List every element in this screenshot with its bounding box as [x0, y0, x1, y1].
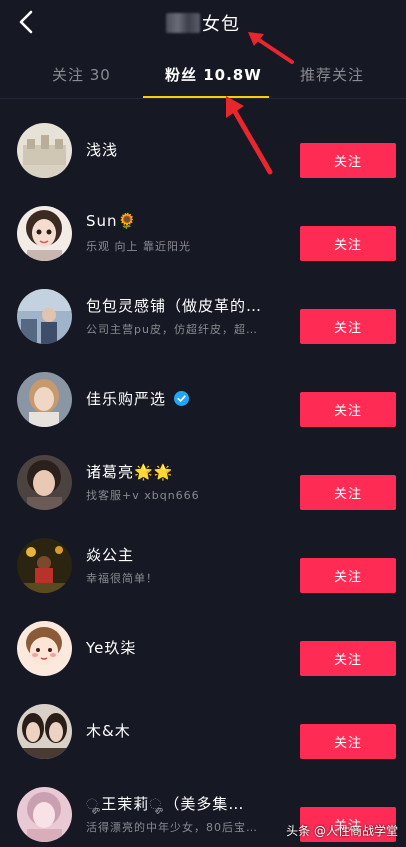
follow-button[interactable]: 关注	[300, 558, 396, 593]
list-item[interactable]: 诸葛亮🌟🌟 找客服+v xbqn666 关注	[0, 441, 406, 524]
avatar[interactable]	[17, 621, 72, 676]
user-name: 包包灵感铺（做皮革的…	[86, 297, 263, 315]
list-item[interactable]: 佳乐购严选 关注	[0, 358, 406, 441]
tabs-divider	[0, 98, 406, 99]
list-item[interactable]: Sun🌻 乐观 向上 靠近阳光 关注	[0, 192, 406, 275]
avatar[interactable]	[17, 787, 72, 842]
user-name: Ye玖柒	[86, 639, 137, 657]
user-name: 佳乐购严选	[86, 388, 189, 409]
censor-blur	[166, 13, 200, 33]
verified-badge-icon	[173, 391, 189, 406]
avatar[interactable]	[17, 538, 72, 593]
watermark: 头条 @人性商战学堂	[286, 824, 398, 838]
follow-button[interactable]: 关注	[300, 641, 396, 676]
user-name: ೄ王茉莉ೄ（美多集…	[86, 795, 245, 813]
follow-button[interactable]: 关注	[300, 309, 396, 344]
follow-button[interactable]: 关注	[300, 392, 396, 427]
avatar[interactable]	[17, 123, 72, 178]
user-signature: 活得漂亮的中年少女，80后宝…	[86, 821, 258, 834]
tab-followers[interactable]: 粉丝 10.8W	[165, 64, 262, 85]
follow-button[interactable]: 关注	[300, 226, 396, 261]
list-item[interactable]: 焱公主 幸福很简单！ 关注	[0, 524, 406, 607]
user-signature: 找客服+v xbqn666	[86, 489, 200, 502]
tab-recommended[interactable]: 推荐关注	[300, 64, 364, 85]
tab-bar: 关注 30 粉丝 10.8W 推荐关注	[0, 52, 406, 99]
user-name: 浅浅	[86, 141, 119, 159]
follow-button[interactable]: 关注	[300, 475, 396, 510]
page-title-text: 女包	[202, 14, 240, 35]
avatar[interactable]	[17, 704, 72, 759]
tab-following[interactable]: 关注 30	[52, 64, 111, 85]
user-name: 诸葛亮🌟🌟	[86, 463, 174, 481]
follow-button[interactable]: 关注	[300, 143, 396, 178]
user-name: 焱公主	[86, 546, 135, 564]
page-title: 女包	[0, 10, 406, 36]
list-item[interactable]: 木&木 关注	[0, 690, 406, 773]
avatar[interactable]	[17, 206, 72, 261]
user-name: 木&木	[86, 722, 131, 740]
avatar[interactable]	[17, 289, 72, 344]
user-signature: 乐观 向上 靠近阳光	[86, 240, 191, 253]
user-signature: 公司主营pu皮，仿超纤皮，超…	[86, 323, 258, 336]
follow-button[interactable]: 关注	[300, 724, 396, 759]
list-item[interactable]: 包包灵感铺（做皮革的… 公司主营pu皮，仿超纤皮，超… 关注	[0, 275, 406, 358]
top-bar: 女包	[0, 0, 406, 46]
avatar[interactable]	[17, 372, 72, 427]
list-item[interactable]: 浅浅 关注	[0, 109, 406, 192]
avatar[interactable]	[17, 455, 72, 510]
list-item[interactable]: Ye玖柒 关注	[0, 607, 406, 690]
user-name-text: 佳乐购严选	[86, 390, 167, 408]
user-name: Sun🌻	[86, 212, 138, 230]
user-signature: 幸福很简单！	[86, 572, 158, 585]
